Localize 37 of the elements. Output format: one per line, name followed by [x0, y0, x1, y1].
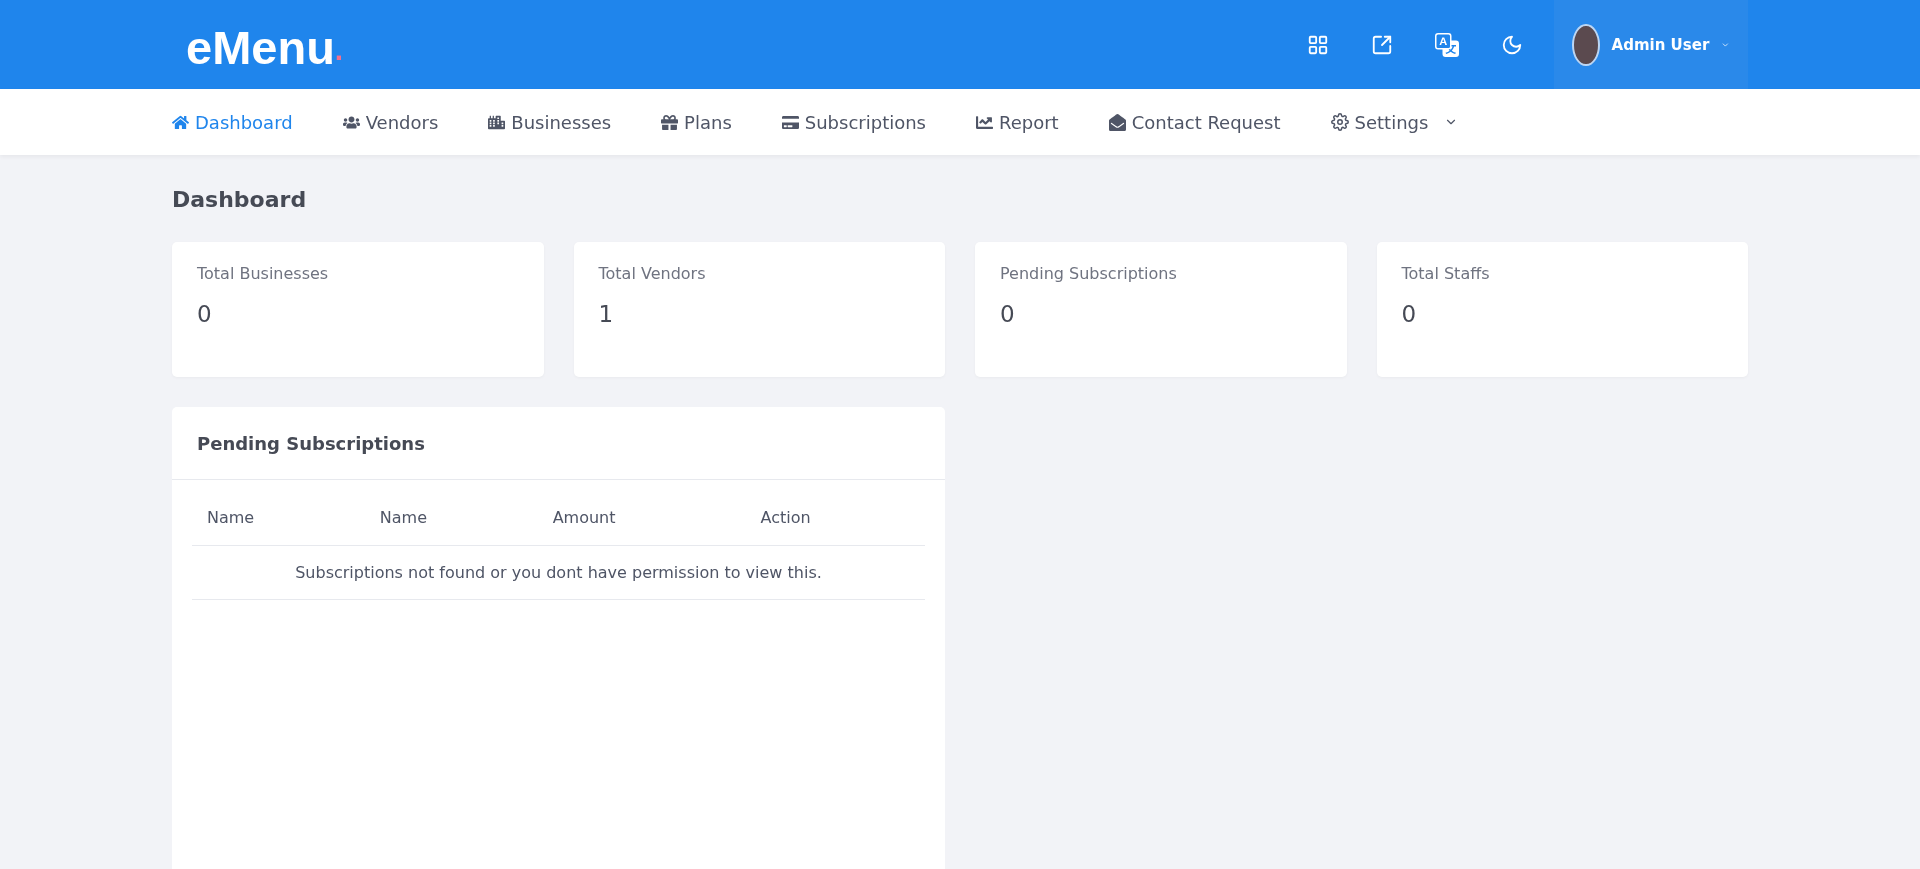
column-header: Amount	[537, 490, 746, 546]
stat-label: Total Vendors	[598, 264, 707, 283]
avatar	[1572, 23, 1600, 66]
gift-icon	[661, 113, 679, 131]
empty-message: Subscriptions not found or you dont have permission to view this.	[192, 545, 925, 600]
column-header: Name	[364, 490, 538, 546]
logo[interactable]: eMenu.	[186, 6, 344, 89]
user-menu[interactable]: Admin User	[1554, 0, 1748, 89]
line-chart-icon	[976, 113, 993, 131]
external-link-icon[interactable]	[1371, 33, 1393, 56]
nav-link[interactable]: Contact Request	[1108, 111, 1281, 133]
stat-value: 0	[197, 301, 213, 327]
stat-value: 1	[598, 301, 615, 327]
credit-card-icon	[781, 113, 799, 131]
envelope-icon	[1108, 113, 1126, 131]
stat-label: Total Staffs	[1401, 264, 1491, 283]
home-icon	[172, 113, 189, 131]
column-header: Name	[192, 490, 365, 546]
panel-title: Pending Subscriptions	[197, 432, 425, 454]
nav-link[interactable]: Plans	[661, 111, 732, 133]
stat-value: 0	[1000, 301, 1016, 327]
nav-link[interactable]: Businesses	[488, 111, 612, 133]
settings-icon	[1330, 113, 1349, 131]
stat-value: 0	[1401, 301, 1418, 327]
grid-icon[interactable]	[1307, 33, 1329, 56]
stat-label: Pending Subscriptions	[1000, 264, 1178, 283]
nav-link[interactable]: Report	[976, 111, 1059, 133]
buildings-icon	[488, 113, 506, 131]
column-header: Action	[745, 490, 925, 546]
translate-icon[interactable]	[1435, 32, 1459, 57]
moon-icon[interactable]	[1501, 33, 1523, 56]
page-title: Dashboard	[172, 186, 308, 214]
stat-label: Total Businesses	[197, 264, 330, 283]
nav-link[interactable]: Dashboard	[172, 111, 293, 133]
nav-link[interactable]: Settings	[1330, 111, 1459, 133]
nav-link[interactable]: Vendors	[342, 111, 439, 133]
nav-link[interactable]: Subscriptions	[781, 111, 926, 133]
